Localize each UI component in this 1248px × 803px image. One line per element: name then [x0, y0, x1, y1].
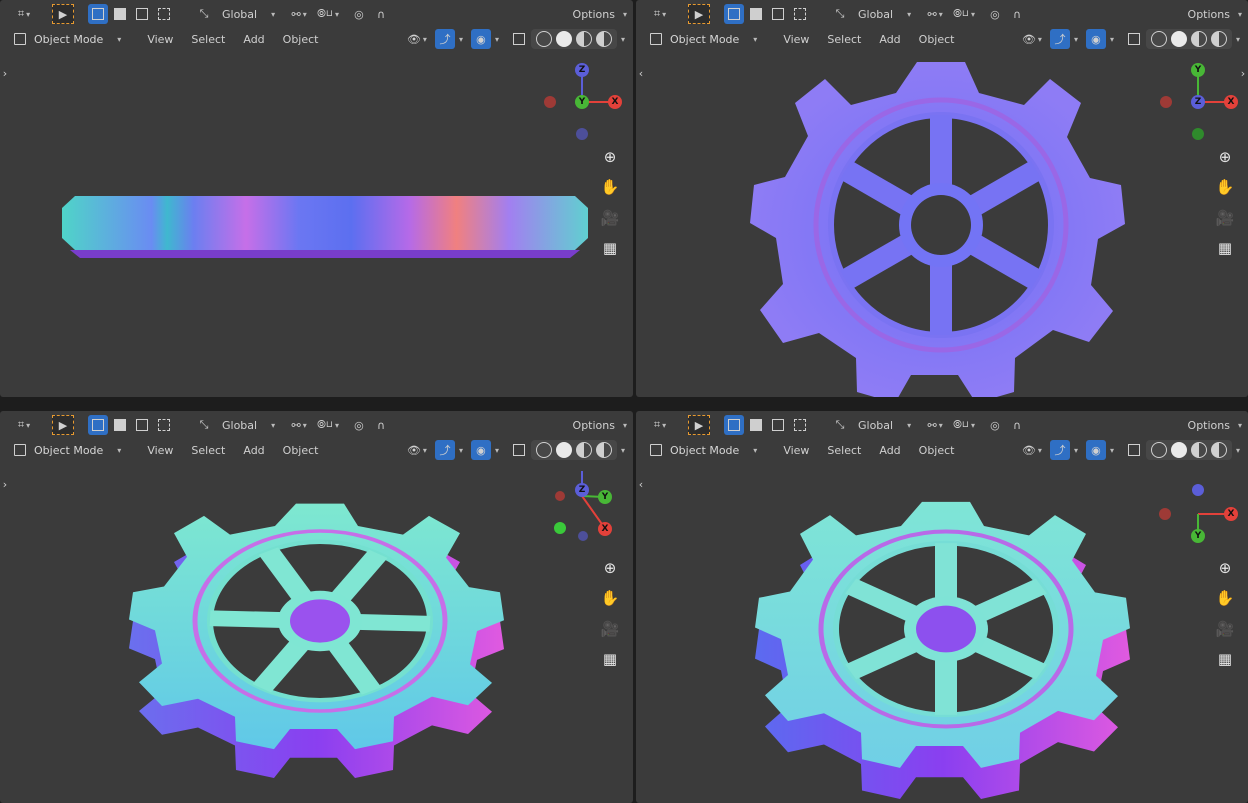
pan-hand-icon[interactable]: ✋	[599, 176, 621, 198]
viewport-bottom-right[interactable]: ⌗ ▾ ▶ ⤡ Global ▾ ⚯ ▾ ⦾ ⊔ ▾ ◎ ∩ Options ▾ Objec…	[636, 411, 1248, 803]
gizmo-x-axis[interactable]: X	[1224, 95, 1238, 109]
grid-perspective-icon[interactable]: ▦	[1214, 648, 1236, 670]
gizmo-x-axis[interactable]: X	[1224, 507, 1238, 521]
pan-hand-icon[interactable]: ✋	[1214, 587, 1236, 609]
grid-perspective-icon[interactable]: ▦	[1214, 237, 1236, 259]
viewport-top-left[interactable]: ⌗ ▾ ▶ ⤡ Global ▾ ⚯ ▾ ⦾ ⊔ ▾ ◎ ∩ Options ▾ Objec…	[0, 0, 633, 397]
camera-icon[interactable]: 🎥	[599, 207, 621, 229]
scene-canvas	[755, 484, 1238, 800]
pan-hand-icon[interactable]: ✋	[1214, 176, 1236, 198]
gizmo-y-axis[interactable]: Y	[1191, 529, 1205, 543]
camera-icon[interactable]: 🎥	[1214, 618, 1236, 640]
zoom-icon[interactable]: ⊕	[1214, 557, 1236, 579]
camera-icon[interactable]: 🎥	[1214, 207, 1236, 229]
gizmo-y-axis[interactable]: Y	[1191, 63, 1205, 77]
gizmo-z-axis[interactable]: Z	[575, 63, 589, 77]
gizmo-x-axis[interactable]: X	[598, 522, 612, 536]
viewport-top-right[interactable]: ⌗ ▾ ▶ ⤡ Global ▾ ⚯ ▾ ⦾ ⊔ ▾ ◎ ∩ Options ▾ Objec…	[636, 0, 1248, 397]
gizmo-x-axis[interactable]: X	[608, 95, 622, 109]
gizmo-z-axis[interactable]: Z	[1191, 95, 1205, 109]
scene-canvas	[750, 62, 1238, 397]
zoom-icon[interactable]: ⊕	[599, 146, 621, 168]
scene-canvas	[62, 63, 622, 258]
zoom-icon[interactable]: ⊕	[599, 557, 621, 579]
gizmo-y-axis[interactable]: Y	[598, 490, 612, 504]
grid-perspective-icon[interactable]: ▦	[599, 648, 621, 670]
pan-hand-icon[interactable]: ✋	[599, 587, 621, 609]
camera-icon[interactable]: 🎥	[599, 618, 621, 640]
grid-perspective-icon[interactable]: ▦	[599, 237, 621, 259]
gizmo-y-axis[interactable]: Y	[575, 95, 589, 109]
viewport-bottom-left[interactable]: ⌗ ▾ ▶ ⤡ Global ▾ ⚯ ▾ ⦾ ⊔ ▾ ◎ ∩ Options ▾ Objec…	[0, 411, 633, 803]
zoom-icon[interactable]: ⊕	[1214, 146, 1236, 168]
scene-canvas	[129, 471, 612, 778]
gizmo-z-axis[interactable]: Z	[575, 483, 589, 497]
